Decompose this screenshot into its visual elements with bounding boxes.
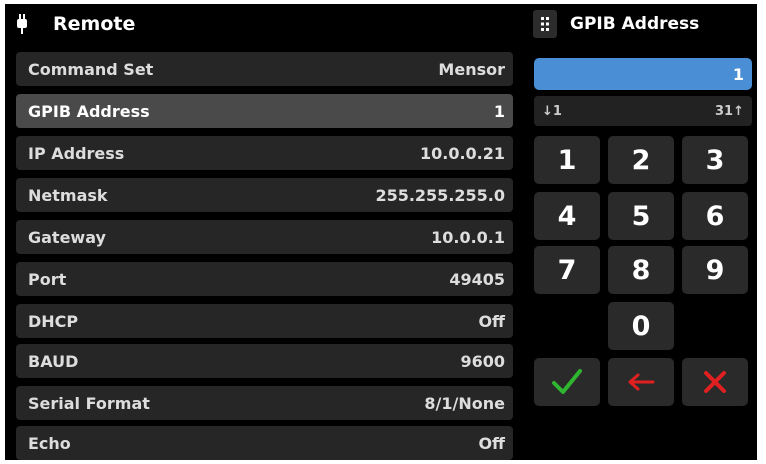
keypad-title: GPIB Address — [570, 14, 700, 34]
key-0[interactable]: 0 — [608, 302, 674, 350]
setting-value: 10.0.0.21 — [419, 143, 505, 163]
setting-row-echo[interactable]: Echo Off — [16, 426, 513, 460]
setting-value: 1 — [493, 101, 505, 121]
key-8[interactable]: 8 — [608, 246, 674, 294]
setting-label: GPIB Address — [28, 101, 150, 121]
setting-label: DHCP — [28, 311, 79, 331]
key-6[interactable]: 6 — [682, 192, 748, 240]
setting-value: 255.255.255.0 — [375, 185, 505, 205]
key-9[interactable]: 9 — [682, 246, 748, 294]
key-7[interactable]: 7 — [534, 246, 600, 294]
setting-label: Serial Format — [28, 393, 150, 413]
setting-label: Command Set — [28, 59, 154, 79]
page-title: Remote — [53, 13, 136, 35]
key-2[interactable]: 2 — [608, 136, 674, 184]
header-bar: Remote — [5, 4, 521, 46]
setting-value: 10.0.0.1 — [431, 227, 505, 247]
setting-row-netmask[interactable]: Netmask 255.255.255.0 — [16, 178, 513, 212]
setting-value: 9600 — [460, 351, 505, 371]
key-5[interactable]: 5 — [608, 192, 674, 240]
setting-label: BAUD — [28, 351, 79, 371]
plug-icon — [17, 14, 27, 34]
key-3[interactable]: 3 — [682, 136, 748, 184]
keypad-header: GPIB Address — [533, 10, 757, 42]
setting-label: Gateway — [28, 227, 106, 247]
setting-row-dhcp[interactable]: DHCP Off — [16, 304, 513, 338]
setting-label: Netmask — [28, 185, 108, 205]
setting-row-gpib-address[interactable]: GPIB Address 1 — [16, 94, 513, 128]
setting-row-baud[interactable]: BAUD 9600 — [16, 344, 513, 378]
backspace-button[interactable] — [608, 358, 674, 406]
cancel-button[interactable] — [682, 358, 748, 406]
range-max: 31↑ — [715, 103, 744, 119]
gpib-address-entry-field[interactable]: 1 — [534, 58, 752, 90]
keypad-menu-button[interactable] — [533, 10, 557, 38]
left-arrow-icon — [628, 373, 655, 391]
setting-value: 8/1/None — [424, 393, 505, 413]
setting-row-port[interactable]: Port 49405 — [16, 262, 513, 296]
setting-row-gateway[interactable]: Gateway 10.0.0.1 — [16, 220, 513, 254]
setting-value: Mensor — [438, 59, 505, 79]
setting-row-serial-format[interactable]: Serial Format 8/1/None — [16, 386, 513, 420]
remote-settings-screen: Remote GPIB Address Command Set Mensor G… — [5, 4, 757, 460]
setting-value: Off — [478, 433, 505, 453]
key-4[interactable]: 4 — [534, 192, 600, 240]
setting-value: 49405 — [449, 269, 505, 289]
setting-row-ip-address[interactable]: IP Address 10.0.0.21 — [16, 136, 513, 170]
value-range-indicator: ↓1 31↑ — [534, 96, 752, 126]
key-1[interactable]: 1 — [534, 136, 600, 184]
setting-label: Port — [28, 269, 67, 289]
setting-label: Echo — [28, 433, 71, 453]
checkmark-icon — [552, 369, 582, 394]
grip-icon — [541, 17, 549, 31]
setting-value: Off — [478, 311, 505, 331]
setting-row-command-set[interactable]: Command Set Mensor — [16, 52, 513, 86]
enter-button[interactable] — [534, 358, 600, 406]
x-icon — [704, 371, 726, 393]
range-min: ↓1 — [542, 103, 562, 119]
setting-label: IP Address — [28, 143, 125, 163]
